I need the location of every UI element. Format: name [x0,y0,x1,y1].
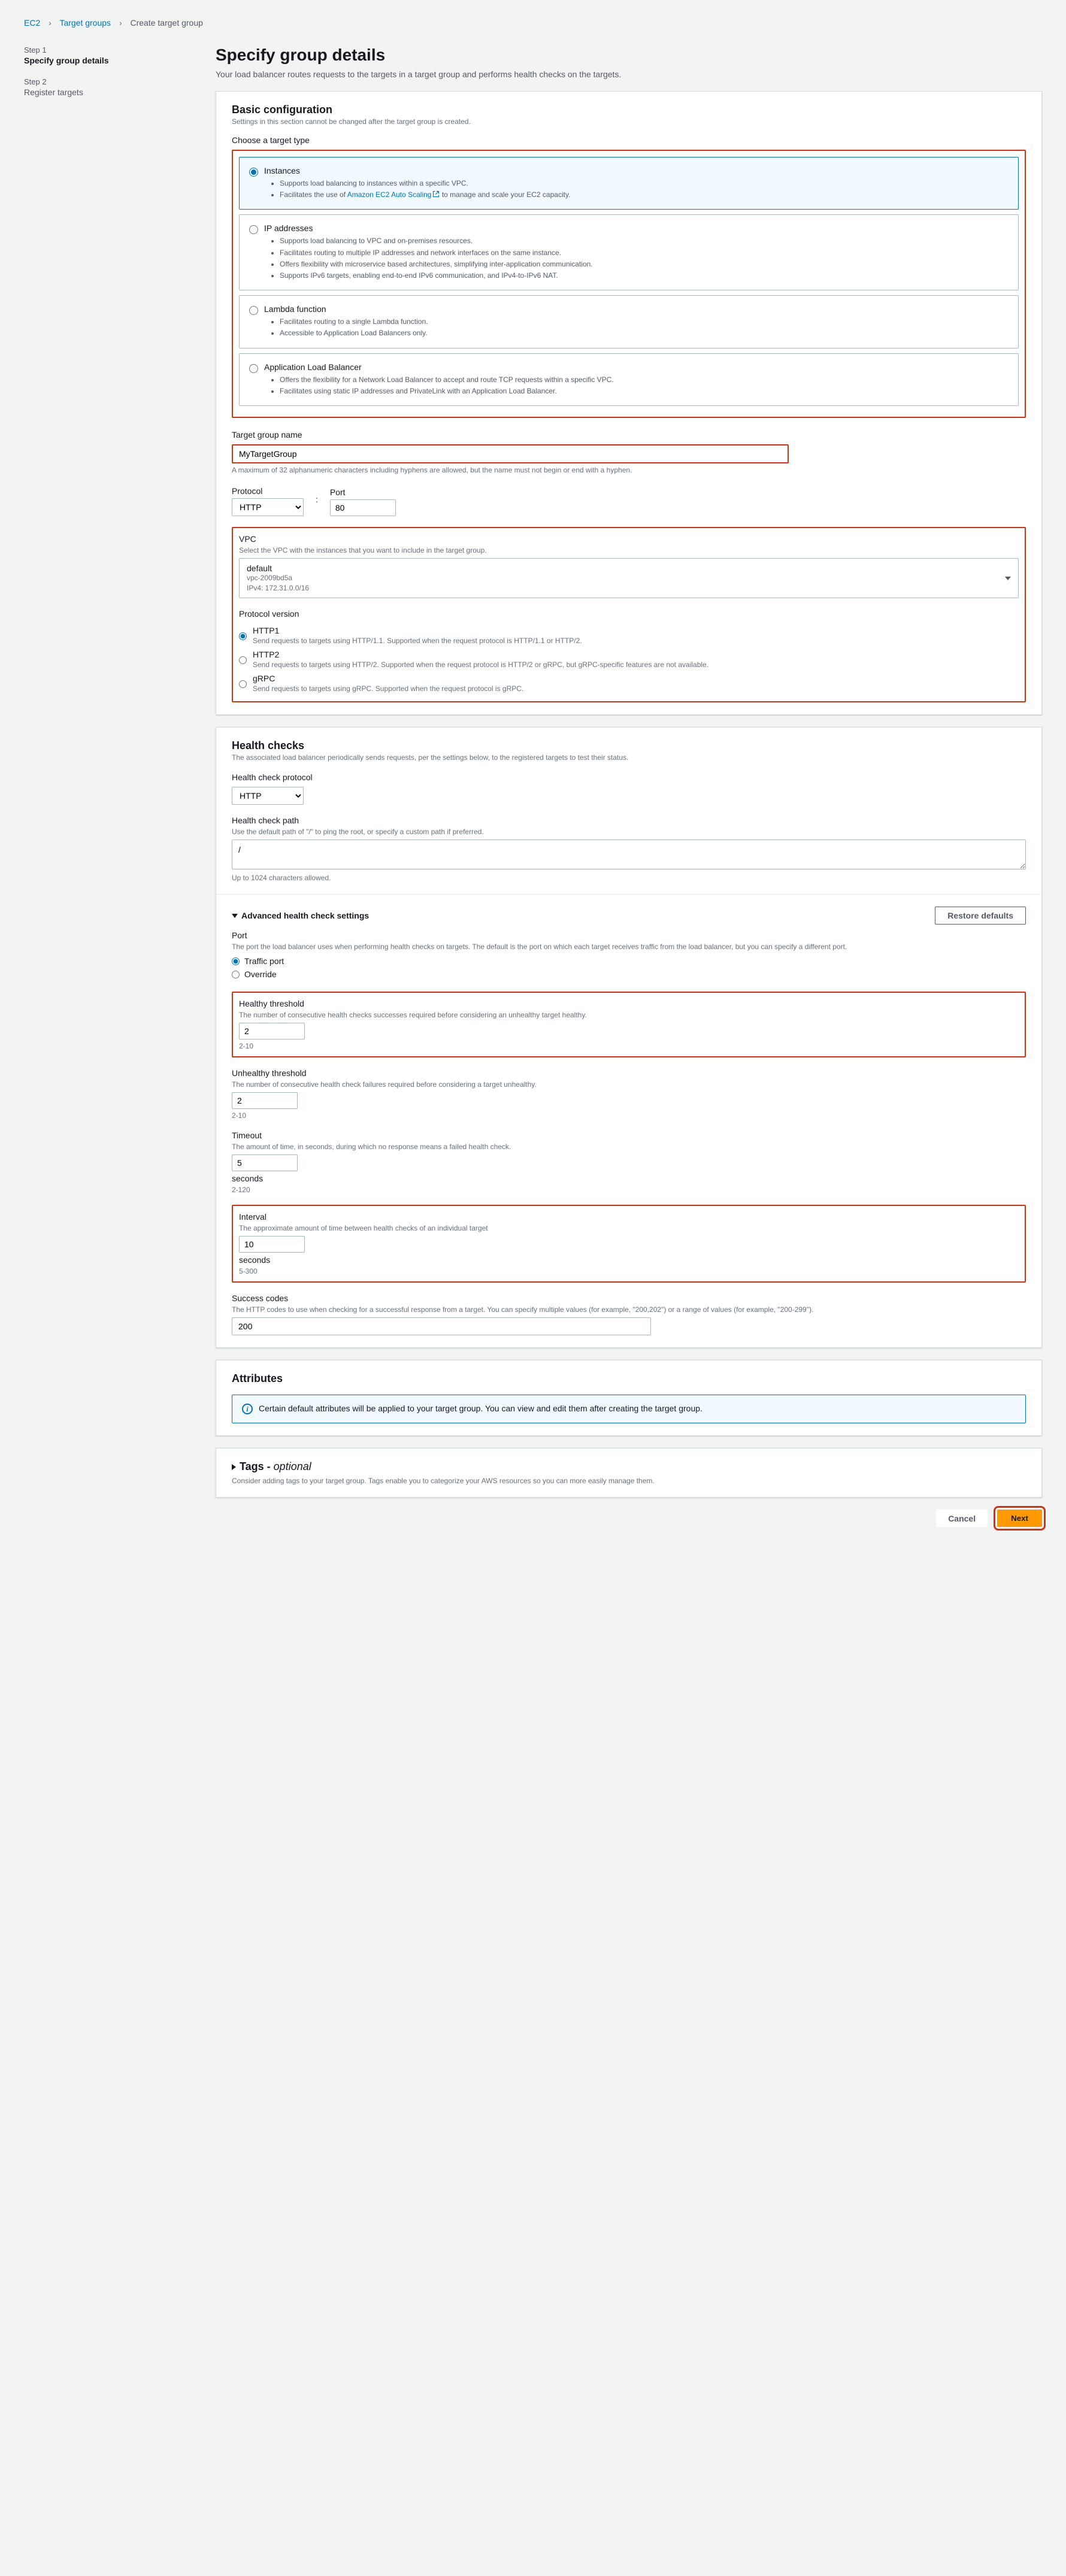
tg-name-label: Target group name [232,430,1026,440]
port-label: Port [330,487,396,497]
basic-heading: Basic configuration [232,104,1026,116]
health-path-label: Health check path [232,816,1026,825]
page-title: Specify group details [216,46,1042,65]
tags-panel: Tags - optional Consider adding tags to … [216,1448,1042,1498]
protocol-select[interactable]: HTTP [232,498,304,516]
step-2[interactable]: Step 2 Register targets [24,77,192,97]
healthy-threshold-input[interactable] [239,1023,305,1040]
breadcrumb: EC2 › Target groups › Create target grou… [24,18,1042,28]
vpc-label: VPC [239,534,1019,544]
target-type-group: Instances Supports load balancing to ins… [232,150,1026,418]
chevron-right-icon: › [119,18,122,28]
target-group-name-input[interactable] [233,446,788,462]
chevron-right-icon: › [49,18,52,28]
target-type-instances[interactable]: Instances Supports load balancing to ins… [239,157,1019,210]
restore-defaults-button[interactable]: Restore defaults [935,907,1026,925]
chevron-right-icon [232,1464,236,1470]
healthy-threshold-label: Healthy threshold [239,999,1019,1008]
advanced-settings-toggle[interactable]: Advanced health check settings [232,911,369,920]
cancel-button[interactable]: Cancel [936,1510,988,1527]
timeout-label: Timeout [232,1131,1026,1140]
success-codes-input[interactable] [232,1317,651,1335]
health-checks-panel: Health checks The associated load balanc… [216,727,1042,1348]
choose-target-type-label: Choose a target type [232,135,1026,145]
protocol-version-http2[interactable]: HTTP2Send requests to targets using HTTP… [239,647,1019,671]
interval-label: Interval [239,1212,1019,1222]
health-protocol-select[interactable]: HTTP [232,787,304,805]
health-protocol-label: Health check protocol [232,772,1026,782]
protocol-label: Protocol [232,486,304,496]
protocol-version-http1[interactable]: HTTP1Send requests to targets using HTTP… [239,623,1019,647]
step-1[interactable]: Step 1 Specify group details [24,46,192,65]
port-input[interactable] [330,499,396,516]
health-path-input[interactable]: / [232,840,1026,869]
vpc-select[interactable]: default vpc-2009bd5a IPv4: 172.31.0.0/16 [239,558,1019,599]
radio-alb[interactable] [249,364,258,373]
next-button[interactable]: Next [997,1510,1042,1527]
radio-ip[interactable] [249,225,258,234]
attributes-panel: Attributes i Certain default attributes … [216,1360,1042,1436]
page-subtitle: Your load balancer routes requests to th… [216,69,1042,79]
breadcrumb-current: Create target group [131,18,203,28]
external-link-icon [432,190,440,198]
timeout-input[interactable] [232,1154,298,1171]
success-codes-label: Success codes [232,1293,1026,1303]
breadcrumb-ec2[interactable]: EC2 [24,18,40,28]
breadcrumb-target-groups[interactable]: Target groups [59,18,111,28]
unhealthy-threshold-label: Unhealthy threshold [232,1068,1026,1078]
attributes-info: i Certain default attributes will be app… [232,1395,1026,1423]
radio-lambda[interactable] [249,306,258,315]
protocol-version-label: Protocol version [239,609,1019,619]
port-traffic-option[interactable]: Traffic port [232,954,1026,968]
interval-input[interactable] [239,1236,305,1253]
port-override-option[interactable]: Override [232,968,1026,981]
info-icon: i [242,1404,253,1414]
target-type-lambda[interactable]: Lambda function Facilitates routing to a… [239,295,1019,348]
chevron-down-icon [1005,577,1011,580]
basic-configuration-panel: Basic configuration Settings in this sec… [216,91,1042,715]
tags-toggle[interactable]: Tags - optional [232,1460,1026,1473]
target-type-alb[interactable]: Application Load Balancer Offers the fle… [239,353,1019,406]
target-type-ip[interactable]: IP addresses Supports load balancing to … [239,214,1019,290]
hc-port-label: Port [232,931,1026,940]
radio-instances[interactable] [249,168,258,177]
auto-scaling-link[interactable]: Amazon EC2 Auto Scaling [347,190,440,199]
chevron-down-icon [232,914,238,918]
protocol-version-grpc[interactable]: gRPCSend requests to targets using gRPC.… [239,671,1019,695]
unhealthy-threshold-input[interactable] [232,1092,298,1109]
wizard-steps: Step 1 Specify group details Step 2 Regi… [24,46,192,1527]
